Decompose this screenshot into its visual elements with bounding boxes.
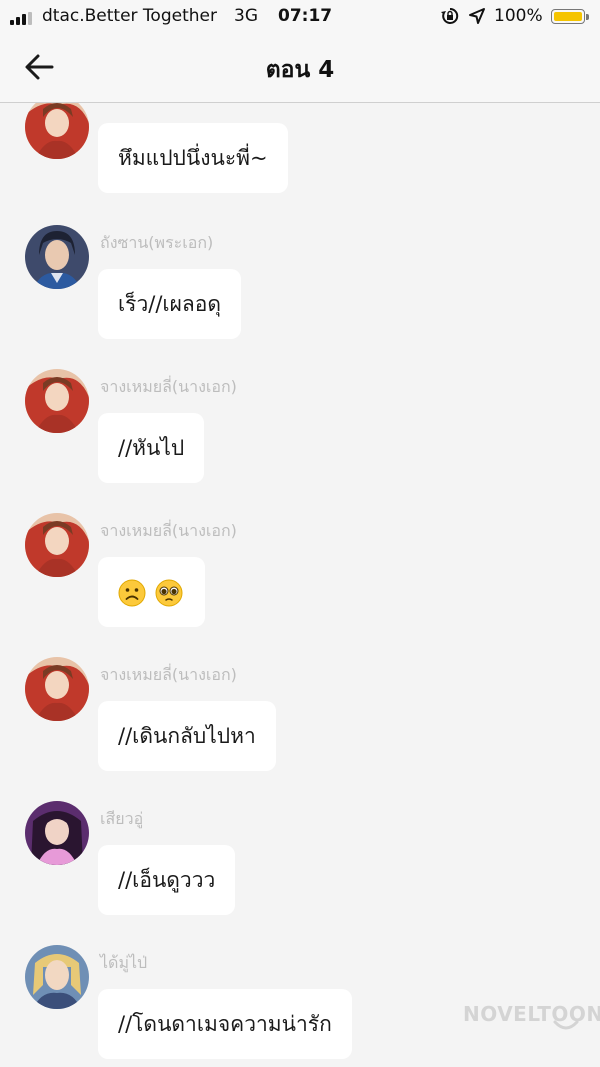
message-bubble[interactable]: เร็ว//เผลอดุ: [98, 269, 242, 339]
xiao-wu-avatar[interactable]: [25, 801, 89, 865]
female-lead-avatar[interactable]: [25, 657, 89, 721]
male-lead-avatar[interactable]: [25, 225, 89, 289]
sender-name: จางเหมยลี่(นางเอก): [100, 665, 237, 684]
female-lead-avatar[interactable]: [25, 103, 89, 159]
frowning-face-emoji: [118, 579, 146, 607]
battery-percent: 100%: [494, 6, 543, 26]
female-lead-avatar[interactable]: [25, 369, 89, 433]
network-type: 3G: [234, 6, 258, 26]
signal-icon: [10, 12, 36, 25]
sender-name: ถังซาน(พระเอก): [100, 233, 214, 252]
location-arrow-icon: [469, 8, 485, 24]
message-bubble[interactable]: //หันไป: [98, 413, 205, 483]
sender-name: ได้มู่ไป่: [100, 953, 148, 972]
status-bar: dtac.Better Together 3G 07:17 100%: [0, 0, 600, 34]
carrier-name: dtac.Better Together: [42, 6, 217, 26]
message-bubble[interactable]: //เดินกลับไปหา: [98, 701, 276, 771]
battery-icon: [551, 9, 585, 24]
sender-name: จางเหมยลี่(นางเอก): [100, 521, 237, 540]
noveltoon-watermark: NOVELTOON: [463, 1002, 600, 1026]
message-bubble[interactable]: หึมแปปนึ่งนะพี่~: [98, 123, 288, 193]
nav-header: ตอน 4: [0, 34, 600, 103]
rotation-lock-icon: [441, 7, 459, 24]
blonde-male-avatar[interactable]: [25, 945, 89, 1009]
page-title: ตอน 4: [265, 57, 335, 83]
status-time: 07:17: [278, 6, 333, 26]
sender-name: เสียวอู่: [100, 809, 144, 828]
female-lead-avatar[interactable]: [25, 513, 89, 577]
chat-list[interactable]: หึมแปปนึ่งนะพี่~ ถังซาน(พระเอก) เร็ว//เผ…: [0, 103, 600, 1067]
sender-name: จางเหมยลี่(นางเอก): [100, 377, 237, 396]
message-bubble[interactable]: //โดนดาเมจความน่ารัก: [98, 989, 352, 1059]
message-bubble[interactable]: //เอ็นดูววว: [98, 845, 236, 915]
message-bubble[interactable]: [98, 557, 205, 627]
watermark-smile-icon: [553, 1020, 579, 1030]
pleading-face-emoji: [155, 579, 183, 607]
